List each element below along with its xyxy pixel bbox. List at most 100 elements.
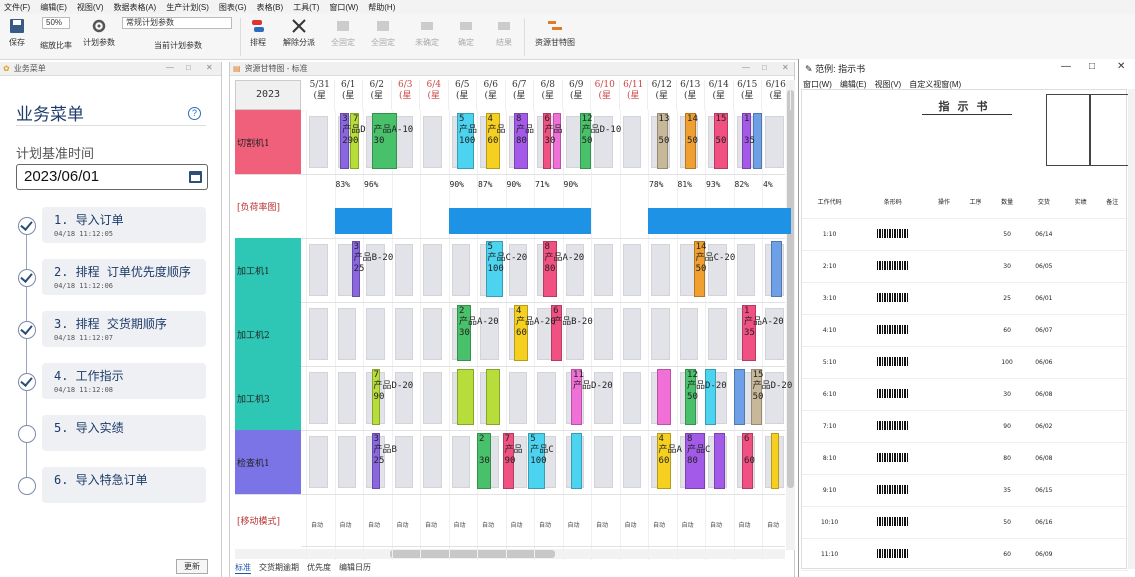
view-tab[interactable]: 编辑日历 [339,562,371,574]
fix-all-button[interactable]: 全固定 [370,18,396,48]
result-cell [1064,250,1097,283]
close-icon[interactable]: ✕ [782,63,789,72]
job-bar[interactable] [733,369,745,425]
date-label: 6/10 [594,80,615,90]
job-label: 290 [342,136,359,146]
date-header: 6/1 (星 [335,80,363,110]
job-bar[interactable] [770,433,780,489]
job-bar[interactable] [705,369,717,425]
barcode-cell [857,250,929,283]
step-button[interactable]: 5. 导入实绩 [42,415,206,451]
job-bar[interactable] [485,369,500,425]
column-header: 工序 [959,186,992,219]
maximize-icon[interactable]: □ [186,63,191,72]
schedule-button[interactable]: 排程 [246,18,270,48]
job-label: 产品B [373,445,397,455]
view-tab[interactable]: 优先度 [307,562,331,574]
unschedule-button[interactable]: 解除分派 [282,18,316,48]
fix-button[interactable]: 全固定 [330,18,356,48]
help-icon[interactable]: ? [188,107,201,120]
resource-gantt-button[interactable]: 资源甘特图 [532,18,578,48]
vertical-scrollbar[interactable] [1128,89,1135,569]
operation-cell [928,346,960,379]
minimize-icon[interactable]: — [1061,61,1071,72]
result-cell [1064,410,1097,443]
job-bar[interactable] [770,241,782,297]
weekday-label: (星 [455,91,469,101]
menu-item[interactable]: 编辑(E) [40,2,67,13]
unconfirm-button[interactable]: 未确定 [414,18,440,48]
param-select[interactable]: 常规计划参数 [122,17,232,29]
result-button[interactable]: 结果 [492,18,516,48]
vertical-scrollbar[interactable] [786,80,795,550]
job-label: 30 [479,456,490,466]
job-label: 80 [544,264,556,274]
barcode-cell [857,410,929,443]
load-percent: 4% [763,180,773,189]
step-button[interactable]: 6. 导入特急订单 [42,467,206,503]
job-bar[interactable] [713,433,725,489]
business-menu-pane: ✿ 业务菜单 — □ ✕ 业务菜单 ? 计划基准时间 2023/06/01 更新… [0,62,222,577]
gantt-pane-header: ▤ 资源甘特图 - 标准 — □ ✕ [230,62,794,76]
job-bar[interactable] [571,433,583,489]
grid-line [306,110,307,560]
menu-item[interactable]: 窗口(W) [329,2,358,13]
job-label: 3 7 [342,114,359,124]
load-bar [534,208,563,234]
menu-item[interactable]: 工具(T) [293,2,319,13]
step-button[interactable]: 1. 导入订单 04/18 11:12:05 [42,207,206,243]
maximize-icon[interactable]: □ [762,63,767,72]
work-code-cell: 4:10 [802,314,858,347]
menu-item[interactable]: 数据表格(A) [114,2,157,13]
operation-cell [928,282,960,315]
horizontal-scrollbar[interactable] [235,549,785,559]
date-label: 5/31 [309,80,330,90]
remark-cell [1096,346,1128,379]
base-date-input[interactable]: 2023/06/01 [16,164,208,190]
base-time-label: 计划基准时间 [16,146,95,161]
zoom-select[interactable]: 50% [42,17,70,29]
menu-item[interactable]: 视图(V) [77,2,104,13]
minimize-icon[interactable]: — [166,63,174,72]
grid-line [505,110,507,560]
job-label: 80 [687,456,698,466]
minimize-icon[interactable]: — [742,63,750,72]
job-bar[interactable] [457,369,475,425]
weekday-label: (星 [598,91,611,101]
remark-cell [1096,538,1128,571]
remark-cell [1096,314,1128,347]
result-cell [1064,378,1097,411]
menu-heading: 业务菜单 [16,105,84,124]
result-cell [1064,442,1097,475]
job-label: 11 [573,370,584,380]
work-code-cell: 3:10 [802,282,858,315]
close-icon[interactable]: ✕ [1117,61,1125,72]
menu-item[interactable]: 生产计划(S) [166,2,209,13]
step-button[interactable]: 3. 排程 交货期顺序 04/18 11:12:07 [42,311,206,347]
view-tab[interactable]: 标准 [235,562,251,574]
empty-slot [394,308,413,360]
maximize-icon[interactable]: □ [1089,61,1095,72]
work-code-cell: 2:10 [802,250,858,283]
result-cell [1064,282,1097,315]
step-timestamp: 04/18 11:12:07 [54,334,114,342]
menu-item[interactable]: 文件(F) [4,2,30,13]
empty-slot [594,244,613,296]
weekday-label: (星 [370,91,383,101]
menu-item[interactable]: 帮助(H) [368,2,395,13]
load-percent: 96% [364,180,379,189]
close-icon[interactable]: ✕ [206,63,213,72]
step-button[interactable]: 2. 排程 订单优先度顺序 04/18 11:12:06 [42,259,206,295]
menu-item[interactable]: 表格(B) [256,2,283,13]
view-tab[interactable]: 交货期逾期 [259,562,299,574]
quantity-cell: 50 [991,506,1023,539]
step-button[interactable]: 4. 工作指示 04/18 11:12:08 [42,363,206,399]
calendar-icon[interactable] [189,171,202,183]
menu-item[interactable]: 图表(G) [219,2,247,13]
job-bar[interactable] [656,369,671,425]
save-button[interactable]: 保存 [6,18,28,48]
plan-params-button[interactable]: 计划参数 [82,18,116,48]
grid-line [391,110,393,560]
update-button[interactable]: 更新 [176,559,208,574]
confirm-button[interactable]: 确定 [454,18,478,48]
